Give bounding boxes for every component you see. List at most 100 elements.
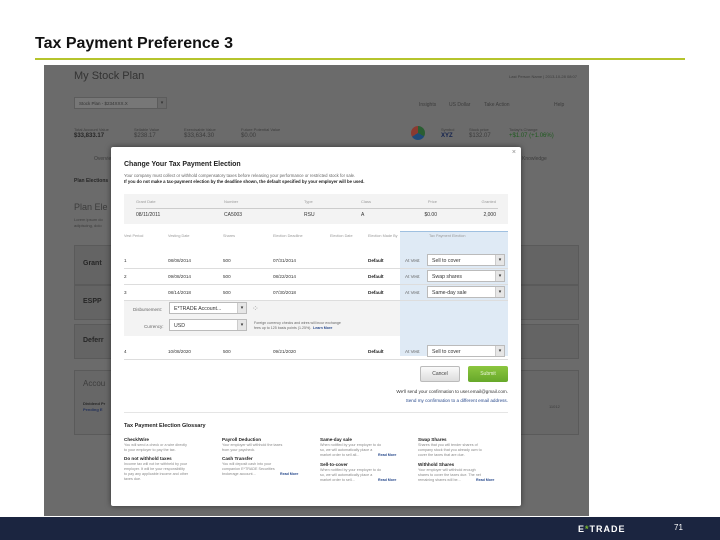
vest-at: At Vest	[405, 290, 420, 295]
grant-value: CA5003	[224, 212, 243, 218]
vest-deadline: 09/21/2020	[273, 349, 296, 354]
glossary-desc: to pay any applicable income and other	[124, 472, 189, 476]
vest-made-by: Default	[368, 290, 384, 295]
vest-date: 09/08/2014	[168, 274, 191, 279]
account-heading: Accou	[83, 379, 106, 388]
vest-shares: 500	[223, 274, 231, 279]
glossary-desc: so, we will automatically place a	[320, 473, 373, 477]
submit-button[interactable]: Submit	[468, 366, 508, 382]
glossary-desc: Your employer will withhold the taxes	[222, 443, 283, 447]
vest-period: 4	[124, 349, 127, 354]
vest-header: Shares	[223, 234, 236, 238]
tax-election-select[interactable]: Swap shares ▾	[427, 270, 505, 282]
vest-at: At Vest	[405, 258, 420, 263]
chevron-down-icon: ▾	[237, 320, 246, 330]
glossary-term: Withhold Shares	[418, 462, 455, 467]
glossary-desc: taxes due.	[124, 477, 142, 481]
vest-made-by: Default	[368, 258, 384, 263]
symbol-label: Symbol	[441, 127, 455, 132]
currency-value: USD	[174, 323, 185, 329]
chevron-down-icon: ▾	[495, 346, 504, 356]
tax-election-select[interactable]: Sell to cover ▾	[427, 345, 505, 357]
glossary-term: Do not withhold taxes	[124, 456, 172, 461]
user-info: Last Person Name | 2013-10-28 08:07	[509, 74, 577, 79]
glossary-term: Same-day sale	[320, 437, 352, 442]
glossary-desc: so, we will automatically place a	[320, 448, 373, 452]
modal-intro-bold: If you do not make a tax-payment electio…	[124, 179, 365, 184]
tax-election-select[interactable]: Same-day sale ▾	[427, 286, 505, 298]
glossary-term: Check/Wire	[124, 437, 149, 442]
glossary-desc: When notified by your employer to do	[320, 468, 382, 472]
glossary-desc: You will send a check or a wire directly	[124, 443, 187, 447]
vest-header: Election Deadline	[273, 234, 303, 238]
disbursement-select[interactable]: E*TRADE Account... ▾	[169, 302, 247, 314]
change-label: Today's Change	[509, 127, 538, 132]
read-more-link[interactable]: Read More	[378, 478, 396, 482]
tax-election-select[interactable]: Sell to cover ▾	[427, 254, 505, 266]
app-title: My Stock Plan	[74, 70, 145, 82]
section-heading: Plan Ele	[74, 202, 108, 212]
tax-election-modal: × Change Your Tax Payment Election Your …	[111, 147, 521, 506]
price-value: $132.07	[469, 133, 491, 139]
vest-made-by: Default	[368, 349, 384, 354]
card-label: Deferr	[83, 337, 104, 344]
disbursement-panel	[124, 300, 400, 336]
card-label: ESPP	[83, 298, 102, 305]
vest-header: Vesting Date	[168, 234, 190, 238]
plan-select[interactable]: Stock Plan - $234XXX.X ▾	[74, 97, 167, 109]
menu-currency[interactable]: US Dollar	[449, 102, 470, 108]
cancel-button[interactable]: Cancel	[420, 366, 460, 382]
grant-value: $0.00	[424, 212, 437, 218]
currency-select[interactable]: USD ▾	[169, 319, 247, 331]
menu-insights[interactable]: Insights	[419, 102, 436, 108]
read-more-link[interactable]: Read More	[476, 478, 494, 482]
tab-knowledge[interactable]: Knowledge	[522, 156, 547, 162]
glossary-desc: cover the taxes that are due.	[418, 453, 465, 457]
vest-header: Vest Period	[124, 234, 144, 238]
section-label: Plan Elections	[74, 178, 109, 184]
account-line: Dividend Pr	[83, 401, 106, 406]
etrade-logo: E*TRADE	[578, 524, 626, 534]
tax-election-value: Same-day sale	[432, 290, 467, 296]
loading-spinner-icon: ⁘	[252, 304, 259, 313]
read-more-link[interactable]: Read More	[378, 453, 396, 457]
card-label: Grant	[83, 260, 102, 267]
vest-made-by: Default	[368, 274, 384, 279]
company-logo-icon	[411, 126, 425, 140]
vest-deadline: 07/31/2014	[273, 258, 296, 263]
glossary-title: Tax Payment Election Glossary	[124, 423, 206, 429]
menu-take-action[interactable]: Take Action	[484, 102, 510, 108]
grant-value: 08/11/2011	[136, 212, 161, 218]
title-divider	[35, 58, 685, 60]
glossary-desc: employer. It will be your responsibility	[124, 467, 185, 471]
vest-period: 3	[124, 290, 127, 295]
section-desc: Lorem ipsum do	[74, 217, 103, 222]
glossary-desc: brokerage account...	[222, 472, 256, 476]
page-number: 71	[674, 523, 683, 532]
tax-election-value: Sell to cover	[432, 258, 461, 264]
row-divider	[124, 300, 508, 301]
row-divider	[124, 268, 508, 269]
summary-value: $33,833.17	[74, 133, 105, 139]
vest-deadline: 08/22/2014	[273, 274, 296, 279]
vest-shares: 500	[223, 349, 231, 354]
chevron-down-icon: ▾	[495, 255, 504, 265]
glossary-desc: from your paycheck.	[222, 448, 256, 452]
close-icon[interactable]: ×	[512, 149, 516, 156]
account-link[interactable]: Pending E	[83, 407, 103, 412]
disbursement-label: Disbursement:	[133, 307, 163, 312]
vest-at: At Vest	[405, 274, 420, 279]
vest-shares: 500	[223, 258, 231, 263]
glossary-desc: market order to sell all...	[320, 453, 360, 457]
glossary-desc: to your employer to pay the tax.	[124, 448, 176, 452]
learn-more-link[interactable]: Learn More	[313, 326, 332, 330]
section-desc: adipiscing, dolo	[74, 223, 102, 228]
modal-title: Change Your Tax Payment Election	[124, 161, 241, 168]
grant-header: Price	[427, 199, 437, 204]
different-email-link[interactable]: Send my confirmation to a different emai…	[406, 398, 508, 403]
read-more-link[interactable]: Read More	[280, 472, 298, 476]
menu-help[interactable]: Help	[554, 102, 564, 108]
summary-value: $33,634.30	[184, 133, 215, 139]
glossary-term: Sell-to-cover	[320, 462, 348, 467]
glossary-desc: companion E*TRADE Securities	[222, 467, 275, 471]
